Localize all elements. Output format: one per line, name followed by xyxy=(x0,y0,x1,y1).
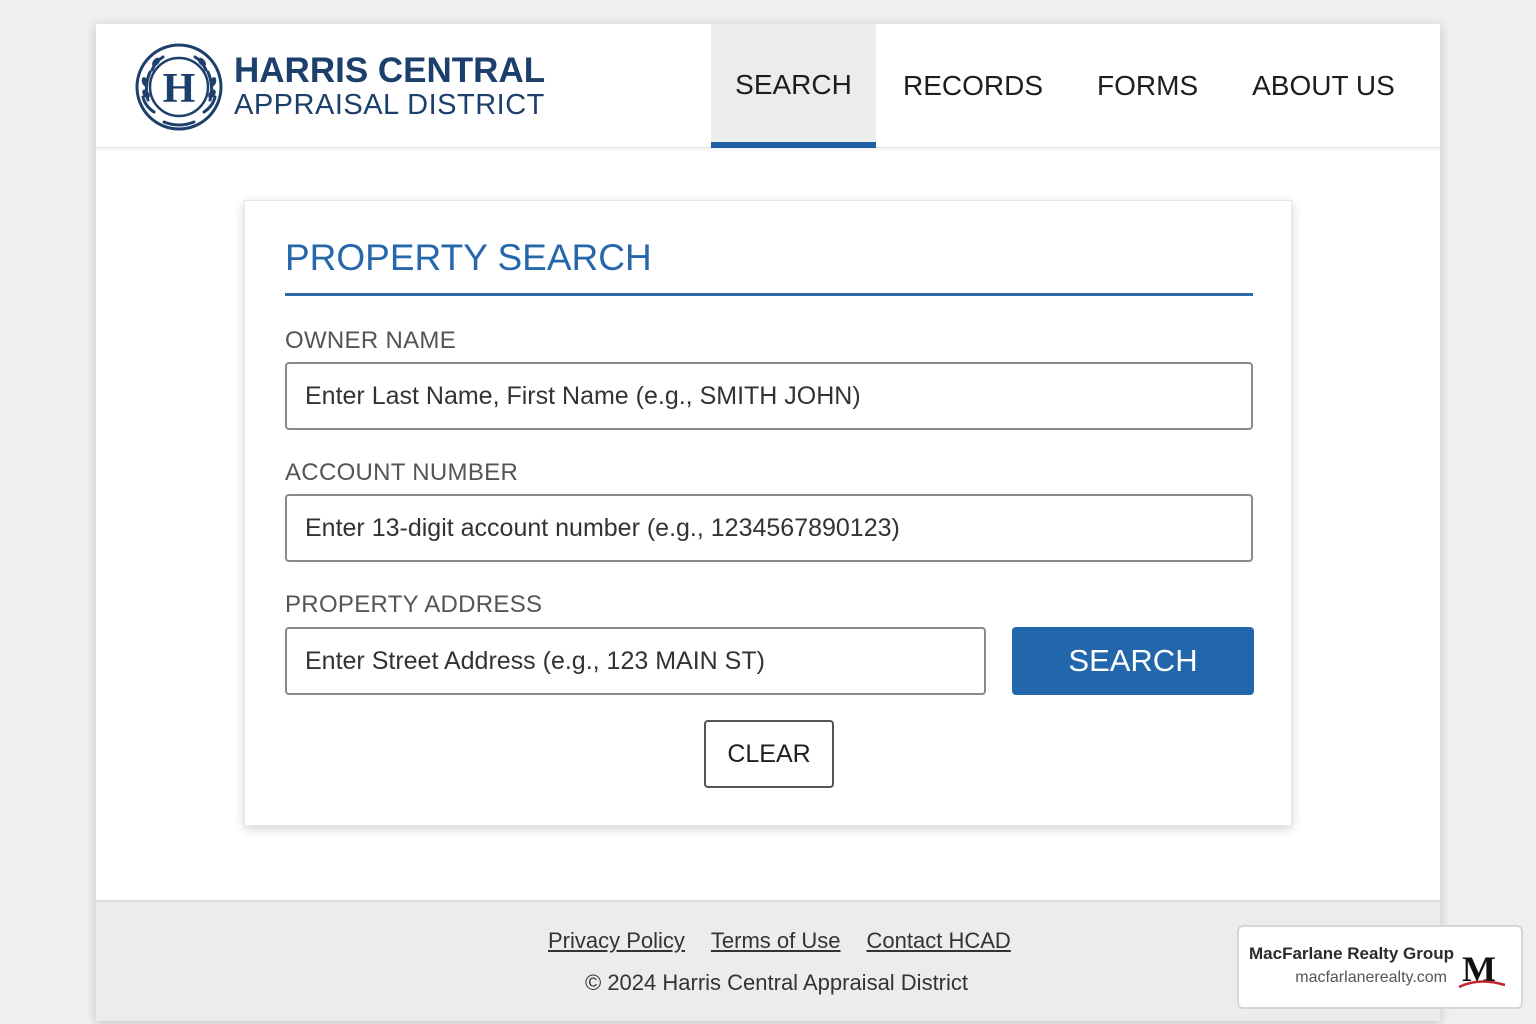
logo-title: HARRIS CENTRAL xyxy=(234,51,546,90)
footer-link-terms-of-use[interactable]: Terms of Use xyxy=(711,928,841,954)
account-number-input[interactable] xyxy=(285,494,1253,562)
property-address-label: PROPERTY ADDRESS xyxy=(285,591,543,618)
site-header: H HARRIS CENTRAL APPRAISAL DISTRICT SEAR… xyxy=(96,24,1440,148)
card-title: PROPERTY SEARCH xyxy=(285,237,652,278)
property-search-card: PROPERTY SEARCH OWNER NAME ACCOUNT NUMBE… xyxy=(244,200,1292,826)
seal-letter: H xyxy=(163,66,196,112)
clear-button[interactable]: CLEAR xyxy=(704,720,834,788)
account-number-label: ACCOUNT NUMBER xyxy=(285,459,519,486)
owner-name-label: OWNER NAME xyxy=(285,327,456,354)
nav-tab-search[interactable]: SEARCH xyxy=(711,24,876,148)
title-divider xyxy=(285,293,1253,296)
search-button[interactable]: SEARCH xyxy=(1012,627,1254,695)
property-address-input[interactable] xyxy=(285,627,986,695)
nav-tab-records[interactable]: RECORDS xyxy=(876,24,1070,148)
watermark-company-name: MacFarlane Realty Group xyxy=(1249,944,1455,963)
site-logo[interactable]: H HARRIS CENTRAL APPRAISAL DISTRICT xyxy=(134,42,545,132)
nav-tab-about-us[interactable]: ABOUT US xyxy=(1225,24,1422,148)
watermark-url: macfarlanerealty.com xyxy=(1295,969,1447,986)
footer-link-contact-hcad[interactable]: Contact HCAD xyxy=(867,928,1011,954)
logo-wordmark: HARRIS CENTRAL APPRAISAL DISTRICT xyxy=(234,51,546,122)
logo-subtitle: APPRAISAL DISTRICT xyxy=(234,89,545,121)
main-nav: SEARCH RECORDS FORMS ABOUT US xyxy=(711,24,1422,148)
footer-link-privacy-policy[interactable]: Privacy Policy xyxy=(548,928,685,954)
footer-links: Privacy Policy Terms of Use Contact HCAD xyxy=(548,928,1011,954)
hcad-seal-icon: H xyxy=(135,43,223,131)
watermark-badge: MacFarlane Realty Group macfarlanerealty… xyxy=(1237,925,1523,1009)
nav-tab-forms[interactable]: FORMS xyxy=(1070,24,1225,148)
copyright-text: © 2024 Harris Central Appraisal District xyxy=(585,970,969,995)
macfarlane-logo-icon: M xyxy=(1458,949,1506,989)
owner-name-input[interactable] xyxy=(285,362,1253,430)
browser-page: H HARRIS CENTRAL APPRAISAL DISTRICT SEAR… xyxy=(96,24,1440,1021)
